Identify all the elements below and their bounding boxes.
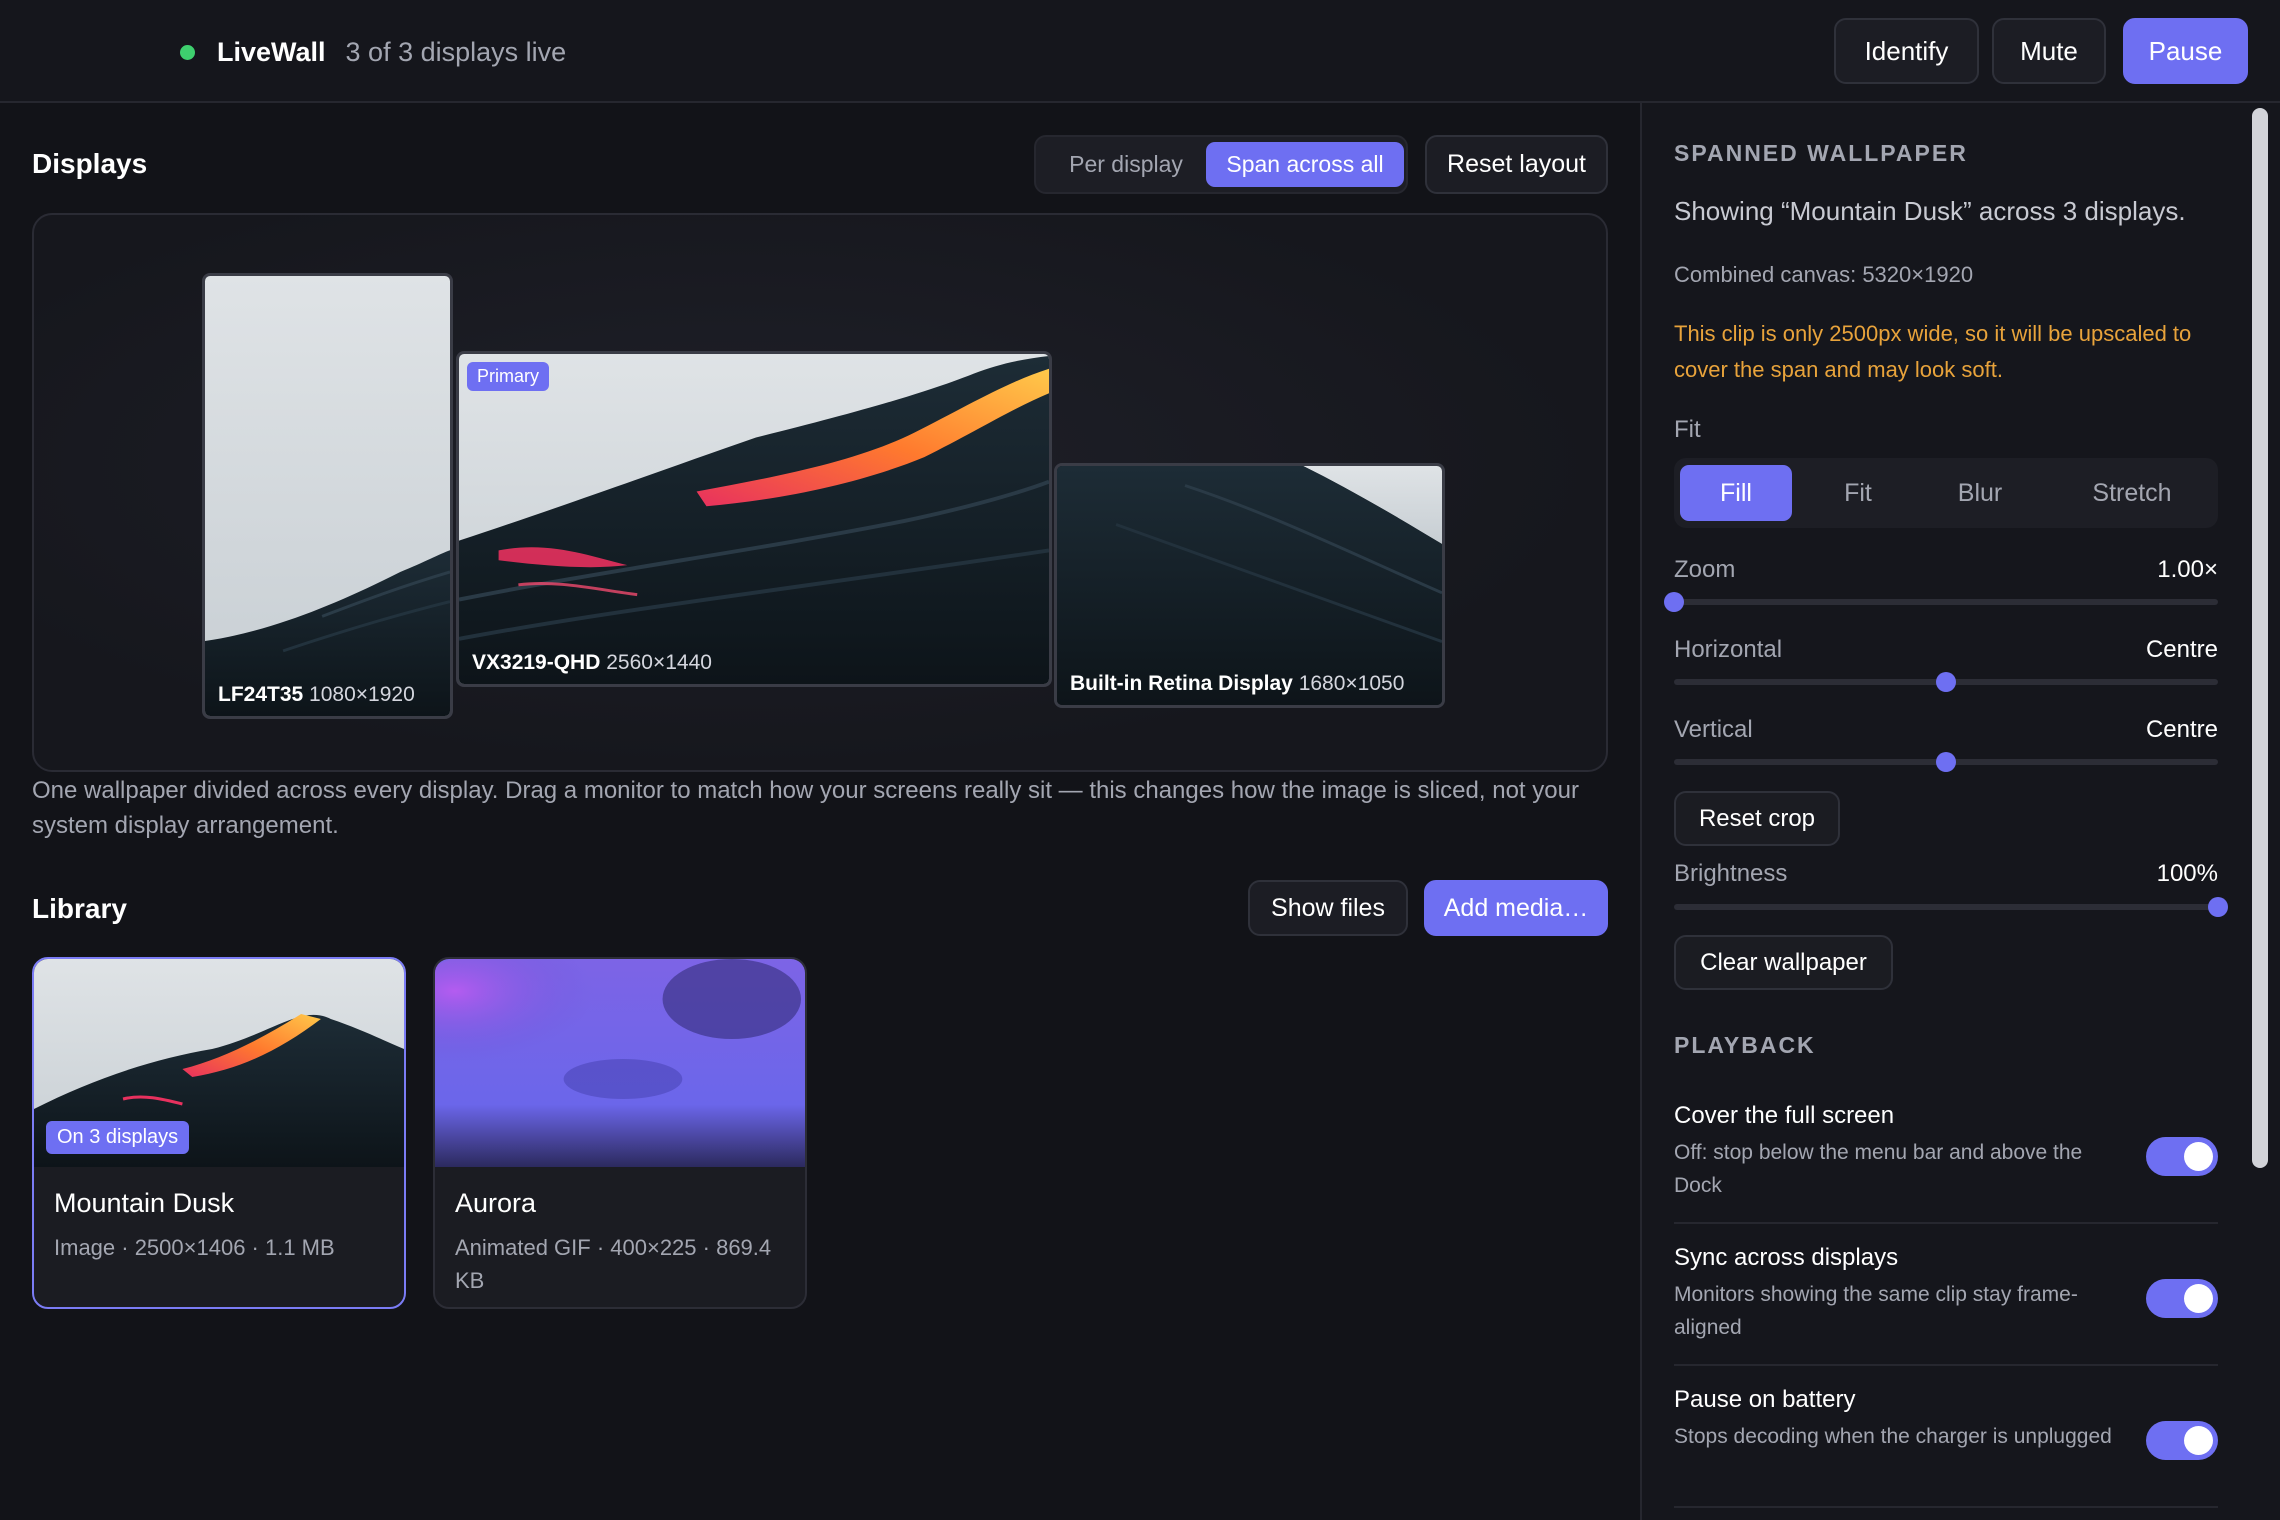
toggle-row-sync-displays: Sync across displays Monitors showing th…	[1674, 1244, 2218, 1344]
fit-option-fill[interactable]: Fill	[1680, 465, 1792, 521]
displays-heading: Displays	[32, 148, 148, 179]
app-name: LiveWall	[217, 36, 326, 67]
show-files-button[interactable]: Show files	[1248, 880, 1408, 936]
monitor-vx3219-qhd[interactable]: Primary VX3219-QHD 2560×1440	[456, 351, 1052, 687]
reset-crop-button[interactable]: Reset crop	[1674, 791, 1840, 846]
fit-label: Fit	[1674, 416, 1701, 443]
wallpaper-slice	[205, 276, 450, 716]
monitor-built-in-retina[interactable]: Built-in Retina Display 1680×1050	[1054, 463, 1445, 708]
library-item-mountain-dusk[interactable]: On 3 displays Mountain Dusk Image · 2500…	[32, 957, 406, 1309]
mute-button[interactable]: Mute	[1992, 18, 2106, 84]
zoom-slider[interactable]	[1664, 592, 2218, 612]
horizontal-label: Horizontal	[1674, 636, 1783, 663]
divider	[1674, 1222, 2218, 1224]
library-heading: Library	[32, 893, 127, 924]
sync-displays-toggle[interactable]	[2146, 1279, 2218, 1318]
media-thumbnail	[435, 959, 805, 1167]
divider	[1674, 1364, 2218, 1366]
canvas-size-text: Combined canvas: 5320×1920	[1674, 262, 1974, 287]
display-mode-toggle: Per display Span across all	[1034, 135, 1408, 194]
media-title: Mountain Dusk	[54, 1188, 235, 1218]
panel-scrollbar[interactable]	[2252, 108, 2268, 1168]
toggle-description: Stops decoding when the charger is unplu…	[1674, 1425, 2112, 1448]
vertical-label: Vertical	[1674, 716, 1753, 743]
span-hint: One wallpaper divided across every displ…	[32, 777, 1579, 839]
brightness-label: Brightness	[1674, 860, 1788, 887]
fit-option-blur[interactable]: Blur	[1924, 465, 2036, 521]
live-status-icon	[180, 44, 195, 60]
toggle-description: Off: stop below the menu bar and above t…	[1674, 1141, 2083, 1197]
live-status-text: 3 of 3 displays live	[345, 36, 567, 67]
mode-span-across-all[interactable]: Span across all	[1206, 142, 1404, 187]
add-media-button[interactable]: Add media…	[1424, 880, 1608, 936]
top-bar: LiveWall 3 of 3 displays live Identify M…	[0, 0, 2280, 103]
media-title: Aurora	[455, 1188, 537, 1218]
horizontal-slider[interactable]	[1674, 672, 2218, 692]
media-meta: Animated GIF · 400×225 · 869.4 KB	[455, 1235, 772, 1293]
toggle-title: Pause on battery	[1674, 1386, 1856, 1413]
zoom-value: 1.00×	[2157, 556, 2218, 583]
pause-button[interactable]: Pause	[2123, 18, 2248, 84]
identify-button[interactable]: Identify	[1834, 18, 1979, 84]
vertical-slider-thumb[interactable]	[1936, 752, 1956, 772]
vertical-value: Centre	[2145, 716, 2218, 743]
horizontal-slider-thumb[interactable]	[1936, 672, 1956, 692]
fit-option-stretch[interactable]: Stretch	[2054, 465, 2210, 521]
zoom-label: Zoom	[1674, 556, 1736, 583]
fit-mode-selector: Fill Fit Blur Stretch	[1674, 458, 2218, 528]
media-meta: Image · 2500×1406 · 1.1 MB	[54, 1235, 335, 1260]
brightness-slider-thumb[interactable]	[2208, 897, 2228, 917]
wallpaper-slice	[1057, 466, 1442, 705]
brightness-value: 100%	[2156, 860, 2218, 887]
monitor-label: Built-in Retina Display 1680×1050	[1070, 672, 1405, 695]
usage-badge: On 3 displays	[46, 1121, 190, 1154]
toggle-title: Sync across displays	[1674, 1244, 1899, 1271]
vertical-slider[interactable]	[1674, 752, 2218, 772]
app-status: LiveWall 3 of 3 displays live	[180, 32, 566, 72]
monitor-label: LF24T35 1080×1920	[218, 683, 415, 706]
clear-wallpaper-button[interactable]: Clear wallpaper	[1674, 935, 1893, 990]
primary-badge: Primary	[467, 362, 549, 391]
pause-on-battery-toggle[interactable]	[2146, 1421, 2218, 1460]
cover-full-screen-toggle[interactable]	[2146, 1137, 2218, 1176]
brightness-slider[interactable]	[1674, 897, 2228, 917]
display-arrangement-canvas: LF24T35 1080×1920 Primary VX3219-QHD 256…	[32, 213, 1608, 772]
spanned-wallpaper-heading: SPANNED WALLPAPER	[1674, 140, 1968, 166]
upscale-warning: This clip is only 2500px wide, so it wil…	[1674, 321, 2192, 382]
toggle-description: Monitors showing the same clip stay fram…	[1674, 1283, 2078, 1339]
library-item-aurora[interactable]: Aurora Animated GIF · 400×225 · 869.4 KB	[433, 957, 807, 1309]
horizontal-value: Centre	[2145, 636, 2218, 663]
playback-heading: PLAYBACK	[1674, 1032, 1816, 1058]
toggle-row-cover-full-screen: Cover the full screen Off: stop below th…	[1674, 1102, 2218, 1202]
monitor-label: VX3219-QHD 2560×1440	[472, 651, 712, 674]
mode-per-display[interactable]: Per display	[1044, 142, 1208, 187]
wallpaper-slice	[459, 354, 1049, 684]
divider	[1674, 1506, 2218, 1508]
zoom-slider-thumb[interactable]	[1664, 592, 1684, 612]
showing-text: Showing “Mountain Dusk” across 3 display…	[1674, 196, 2186, 226]
fit-option-fit[interactable]: Fit	[1802, 465, 1914, 521]
reset-layout-button[interactable]: Reset layout	[1425, 135, 1608, 194]
toggle-row-pause-on-battery: Pause on battery Stops decoding when the…	[1674, 1386, 2218, 1460]
toggle-title: Cover the full screen	[1674, 1102, 1895, 1129]
monitor-lf24t35[interactable]: LF24T35 1080×1920	[202, 273, 453, 719]
